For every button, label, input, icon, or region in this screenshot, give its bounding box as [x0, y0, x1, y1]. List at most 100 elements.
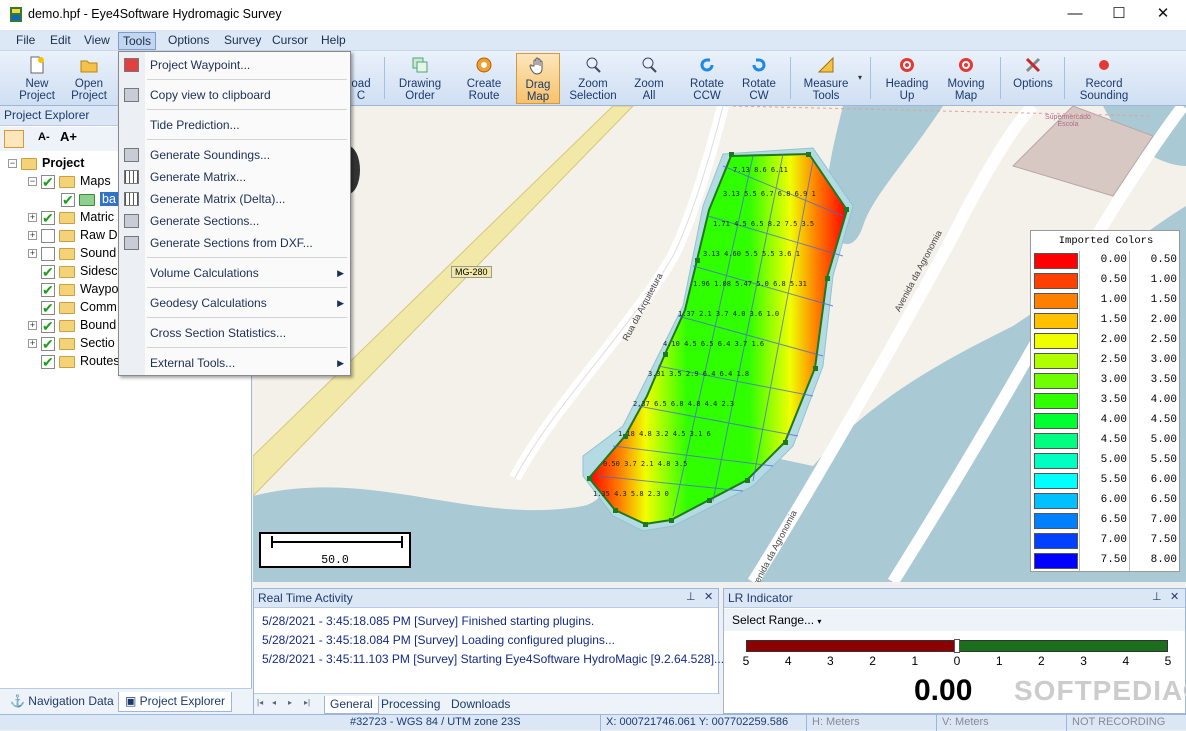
- tree-item[interactable]: + Raw D: [28, 226, 118, 244]
- zoom-selection-button[interactable]: Zoom Selection: [566, 53, 620, 104]
- menu-options[interactable]: Options: [164, 32, 213, 50]
- menu-edit[interactable]: Edit: [46, 32, 75, 50]
- record-sounding-button[interactable]: Record Sounding: [1074, 53, 1134, 104]
- tree-item[interactable]: ba: [48, 190, 118, 209]
- new-project-button[interactable]: New Project: [12, 53, 62, 104]
- menu-separator: [147, 287, 347, 288]
- waypoint-icon: [124, 58, 139, 72]
- legend-swatch: [1034, 353, 1078, 369]
- visibility-checkbox[interactable]: [41, 228, 55, 243]
- minimize-button[interactable]: —: [1052, 0, 1098, 30]
- measure-dropdown-icon[interactable]: ▾: [858, 73, 862, 82]
- close-panel-icon[interactable]: ✕: [704, 590, 713, 603]
- visibility-checkbox[interactable]: [41, 281, 55, 299]
- menu-item-generate-matrix-delta[interactable]: Generate Matrix (Delta)...: [119, 188, 350, 210]
- menu-item-generate-sections-from-dxf[interactable]: Generate Sections from DXF...: [119, 232, 350, 254]
- menu-item-external-tools[interactable]: External Tools... ▶: [119, 352, 350, 374]
- visibility-checkbox[interactable]: [41, 335, 55, 353]
- tab-navigation-data[interactable]: ⚓ Navigation Data: [4, 692, 120, 712]
- visibility-checkbox[interactable]: [41, 353, 55, 371]
- new-file-icon: [30, 56, 44, 74]
- menu-tools[interactable]: Tools: [118, 32, 157, 50]
- legend-from: 2.00: [1100, 334, 1127, 346]
- visibility-checkbox[interactable]: [41, 209, 55, 227]
- menu-item-project-waypoint[interactable]: Project Waypoint...: [119, 54, 350, 76]
- menu-item-tide-prediction[interactable]: Tide Prediction...: [119, 114, 350, 136]
- menu-item-volume-calculations[interactable]: Volume Calculations ▶: [119, 262, 350, 284]
- moving-map-button[interactable]: Moving Map: [940, 53, 992, 104]
- visibility-checkbox[interactable]: [41, 317, 55, 335]
- highlight-tool-icon[interactable]: [4, 130, 24, 148]
- visibility-checkbox[interactable]: [41, 173, 55, 191]
- expander-icon[interactable]: −: [8, 159, 17, 169]
- nav-first-icon[interactable]: |◂: [257, 698, 263, 707]
- menu-view[interactable]: View: [80, 32, 114, 50]
- visibility-checkbox[interactable]: [41, 263, 55, 281]
- drawing-order-button[interactable]: Drawing Order: [392, 53, 448, 104]
- nav-last-icon[interactable]: ▸|: [304, 698, 310, 707]
- menu-cursor[interactable]: Cursor: [268, 32, 312, 50]
- menu-item-copy-view-to-clipboard[interactable]: Copy view to clipboard: [119, 84, 350, 106]
- expander-icon[interactable]: −: [28, 177, 37, 187]
- tree-item[interactable]: Routes: [28, 352, 120, 371]
- zoom-all-button[interactable]: Zoom All: [628, 53, 670, 104]
- font-smaller-button[interactable]: A-: [38, 131, 50, 143]
- svg-text:1.35 4.3 5.8 2.3 0: 1.35 4.3 5.8 2.3 0: [593, 490, 669, 498]
- rotate-cw-button[interactable]: Rotate CW: [736, 53, 782, 104]
- font-larger-button[interactable]: A+: [60, 129, 77, 144]
- tree-item[interactable]: − Project: [8, 154, 84, 172]
- heading-up-button[interactable]: Heading Up: [880, 53, 934, 104]
- tree-item[interactable]: + Bound: [28, 316, 117, 335]
- folder-icon: [59, 301, 75, 314]
- menu-item-cross-section-statistics[interactable]: Cross Section Statistics...: [119, 322, 350, 344]
- expander-icon[interactable]: +: [28, 249, 37, 259]
- expander-icon[interactable]: +: [28, 339, 37, 349]
- legend-to: 5.50: [1150, 454, 1177, 466]
- tree-item[interactable]: + Matric: [28, 208, 114, 227]
- submenu-arrow-icon: ▶: [337, 358, 344, 368]
- tab-general[interactable]: General: [324, 696, 379, 714]
- tree-item-label: Comm: [80, 300, 117, 314]
- expander-icon[interactable]: +: [28, 321, 37, 331]
- options-button[interactable]: Options: [1008, 53, 1058, 104]
- tree-item[interactable]: Waypo: [28, 280, 118, 299]
- close-button[interactable]: ✕: [1140, 0, 1186, 30]
- menu-survey[interactable]: Survey: [220, 32, 265, 50]
- tree-item-label: Bound: [80, 318, 117, 332]
- tree-item[interactable]: Comm: [28, 298, 117, 317]
- pin-icon[interactable]: ⊥: [686, 590, 696, 603]
- tab-downloads[interactable]: Downloads: [446, 696, 515, 714]
- measure-tools-button[interactable]: Measure Tools: [798, 53, 854, 104]
- real-time-activity-panel: Real Time Activity ⊥ ✕ 5/28/2021 - 3:45:…: [253, 588, 724, 715]
- menu-separator: [147, 257, 347, 258]
- maximize-button[interactable]: ☐: [1096, 0, 1142, 30]
- visibility-checkbox[interactable]: [41, 299, 55, 317]
- tree-item[interactable]: − Maps: [28, 172, 111, 191]
- visibility-checkbox[interactable]: [41, 246, 55, 261]
- layers-icon: [412, 57, 428, 73]
- rotate-ccw-button[interactable]: Rotate CCW: [684, 53, 730, 104]
- tab-project-explorer[interactable]: ▣ Project Explorer: [118, 692, 233, 712]
- expander-icon[interactable]: +: [28, 231, 37, 241]
- toolbar-separator: [1064, 57, 1065, 99]
- tab-processing[interactable]: Processing: [376, 696, 445, 714]
- drag-map-button[interactable]: Drag Map: [516, 53, 560, 104]
- nav-next-icon[interactable]: ▸: [288, 698, 292, 707]
- expander-icon[interactable]: +: [28, 213, 37, 223]
- tree-item[interactable]: Sidesc: [28, 262, 118, 281]
- menu-item-generate-soundings[interactable]: Generate Soundings...: [119, 144, 350, 166]
- legend-to: 3.00: [1150, 354, 1177, 366]
- tree-item[interactable]: + Sectio: [28, 334, 115, 353]
- open-project-button[interactable]: Open Project: [64, 53, 114, 104]
- create-route-button[interactable]: Create Route: [458, 53, 510, 104]
- menu-item-geodesy-calculations[interactable]: Geodesy Calculations ▶: [119, 292, 350, 314]
- svg-text:7.13 8.6 6.11: 7.13 8.6 6.11: [733, 166, 788, 174]
- legend-from: 0.50: [1100, 274, 1127, 286]
- menu-file[interactable]: File: [12, 32, 39, 50]
- menu-item-generate-sections[interactable]: Generate Sections...: [119, 210, 350, 232]
- nav-prev-icon[interactable]: ◂: [272, 698, 276, 707]
- tree-item[interactable]: + Sound: [28, 244, 116, 262]
- menu-help[interactable]: Help: [317, 32, 350, 50]
- menu-item-generate-matrix[interactable]: Generate Matrix...: [119, 166, 350, 188]
- visibility-checkbox[interactable]: [61, 191, 75, 209]
